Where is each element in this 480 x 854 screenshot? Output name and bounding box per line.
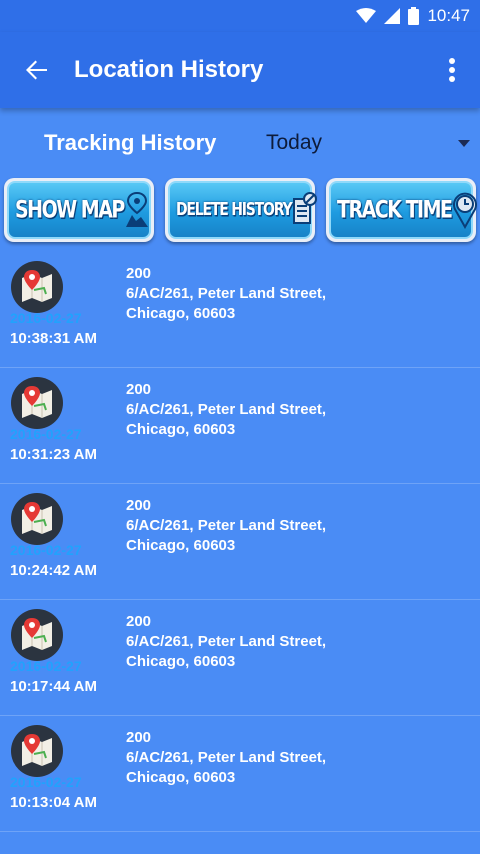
delete-history-button[interactable]: DELETE HISTORY (165, 178, 318, 242)
entry-date: 2016-02-27 (10, 542, 82, 558)
entry-time: 10:13:04 AM (10, 794, 97, 811)
dropdown-caret-icon[interactable] (458, 139, 470, 147)
entry-code: 200 (126, 729, 152, 746)
entry-address-line1: 6/AC/261, Peter Land Street, (126, 285, 327, 302)
arrow-left-icon (26, 60, 47, 80)
map-pin-icon (124, 190, 150, 230)
status-bar: 10:47 (0, 0, 480, 32)
entry-details: 200 6/AC/261, Peter Land Street, Chicago… (126, 264, 326, 324)
entry-code: 200 (126, 381, 152, 398)
entry-address-line1: 6/AC/261, Peter Land Street, (126, 517, 327, 534)
entry-code: 200 (126, 613, 152, 630)
entry-address-line2: Chicago, 60603 (126, 421, 236, 438)
clock: 10:47 (427, 6, 470, 25)
delete-history-label: DELETE HISTORY (176, 200, 293, 220)
entry-address-line1: 6/AC/261, Peter Land Street, (126, 633, 327, 650)
entry-address-line1: 6/AC/261, Peter Land Street, (126, 749, 327, 766)
map-location-icon (10, 608, 64, 662)
entry-details: 200 6/AC/261, Peter Land Street, Chicago… (126, 496, 326, 556)
entry-address-line2: Chicago, 60603 (126, 537, 236, 554)
tracking-filter: Tracking History Today (0, 108, 480, 178)
map-location-icon (10, 724, 64, 778)
action-buttons: SHOW MAP DELETE HISTORY TRACK TIME (0, 178, 480, 248)
history-row[interactable]: 2016-02-27 10:31:23 AM 200 6/AC/261, Pet… (0, 368, 480, 484)
map-location-icon (10, 260, 64, 314)
entry-time: 10:17:44 AM (10, 678, 97, 695)
entry-code: 200 (126, 265, 152, 282)
filter-label: Tracking History (44, 130, 217, 155)
entry-time: 10:24:42 AM (10, 562, 97, 579)
show-map-label: SHOW MAP (15, 196, 125, 224)
entry-date: 2016-02-27 (10, 426, 82, 442)
entry-time: 10:31:23 AM (10, 446, 97, 463)
overflow-menu-button[interactable] (424, 57, 480, 83)
history-row[interactable]: 2016-02-27 10:13:04 AM 200 6/AC/261, Pet… (0, 716, 480, 832)
delete-document-icon (291, 190, 318, 230)
entry-date: 2016-02-27 (10, 310, 82, 326)
more-vertical-icon (449, 58, 455, 82)
back-button[interactable] (0, 58, 74, 82)
wifi-icon (356, 8, 377, 24)
entry-address-line1: 6/AC/261, Peter Land Street, (126, 401, 327, 418)
map-location-icon (10, 492, 64, 546)
history-list: 2016-02-27 10:38:31 AM 200 6/AC/261, Pet… (0, 252, 480, 832)
map-location-icon (10, 376, 64, 430)
entry-details: 200 6/AC/261, Peter Land Street, Chicago… (126, 612, 326, 672)
battery-icon (408, 7, 420, 25)
history-row[interactable]: 2016-02-27 10:38:31 AM 200 6/AC/261, Pet… (0, 252, 480, 368)
period-dropdown[interactable]: Today (266, 131, 458, 155)
entry-details: 200 6/AC/261, Peter Land Street, Chicago… (126, 728, 326, 788)
show-map-button[interactable]: SHOW MAP (4, 178, 154, 242)
history-row[interactable]: 2016-02-27 10:24:42 AM 200 6/AC/261, Pet… (0, 484, 480, 600)
signal-icon (384, 8, 401, 24)
entry-details: 200 6/AC/261, Peter Land Street, Chicago… (126, 380, 326, 440)
app-bar: Location History (0, 32, 480, 108)
entry-address-line2: Chicago, 60603 (126, 653, 236, 670)
entry-code: 200 (126, 497, 152, 514)
entry-date: 2016-02-27 (10, 658, 82, 674)
entry-time: 10:38:31 AM (10, 330, 97, 347)
clock-pin-icon (452, 190, 478, 230)
entry-address-line2: Chicago, 60603 (126, 305, 236, 322)
page-title: Location History (74, 56, 264, 83)
entry-date: 2016-02-27 (10, 774, 82, 790)
history-row[interactable]: 2016-02-27 10:17:44 AM 200 6/AC/261, Pet… (0, 600, 480, 716)
track-time-button[interactable]: TRACK TIME (326, 178, 478, 242)
track-time-label: TRACK TIME (337, 196, 453, 224)
entry-address-line2: Chicago, 60603 (126, 769, 236, 786)
